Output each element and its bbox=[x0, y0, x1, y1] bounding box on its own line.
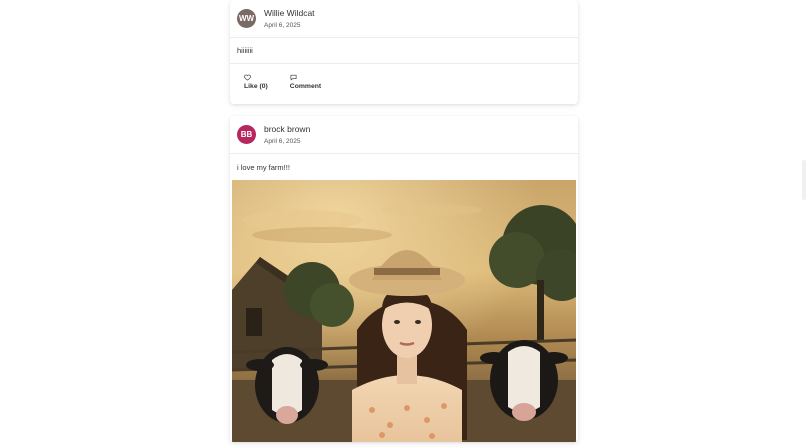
post-header: BB brock brown April 6, 2025 bbox=[230, 116, 578, 154]
post-actions: Like (0) Comment bbox=[230, 64, 578, 104]
post-card: WW Willie Wildcat April 6, 2025 hiiiiiii… bbox=[230, 0, 578, 104]
post-header: WW Willie Wildcat April 6, 2025 bbox=[230, 0, 578, 38]
post-text: i love my farm!!! bbox=[237, 162, 290, 172]
comment-label: Comment bbox=[289, 83, 322, 90]
post-date: April 6, 2025 bbox=[264, 137, 301, 145]
farm-photo bbox=[232, 180, 576, 442]
heart-icon bbox=[244, 74, 251, 81]
scrollbar[interactable] bbox=[802, 160, 806, 200]
comment-button[interactable]: Comment bbox=[290, 74, 321, 92]
post-image[interactable] bbox=[232, 180, 576, 442]
like-button[interactable]: Like (0) bbox=[244, 74, 268, 92]
comment-icon bbox=[290, 74, 297, 81]
post-feed: WW Willie Wildcat April 6, 2025 hiiiiiii… bbox=[230, 0, 578, 448]
post-date: April 6, 2025 bbox=[264, 21, 301, 29]
avatar[interactable]: WW bbox=[237, 9, 256, 28]
avatar[interactable]: BB bbox=[237, 125, 256, 144]
post-card: BB brock brown April 6, 2025 i love my f… bbox=[230, 116, 578, 442]
post-text: hiiiiiii bbox=[230, 38, 578, 64]
author-name[interactable]: Willie Wildcat bbox=[264, 8, 315, 18]
author-name[interactable]: brock brown bbox=[264, 124, 310, 134]
like-label: Like (0) bbox=[244, 83, 268, 90]
